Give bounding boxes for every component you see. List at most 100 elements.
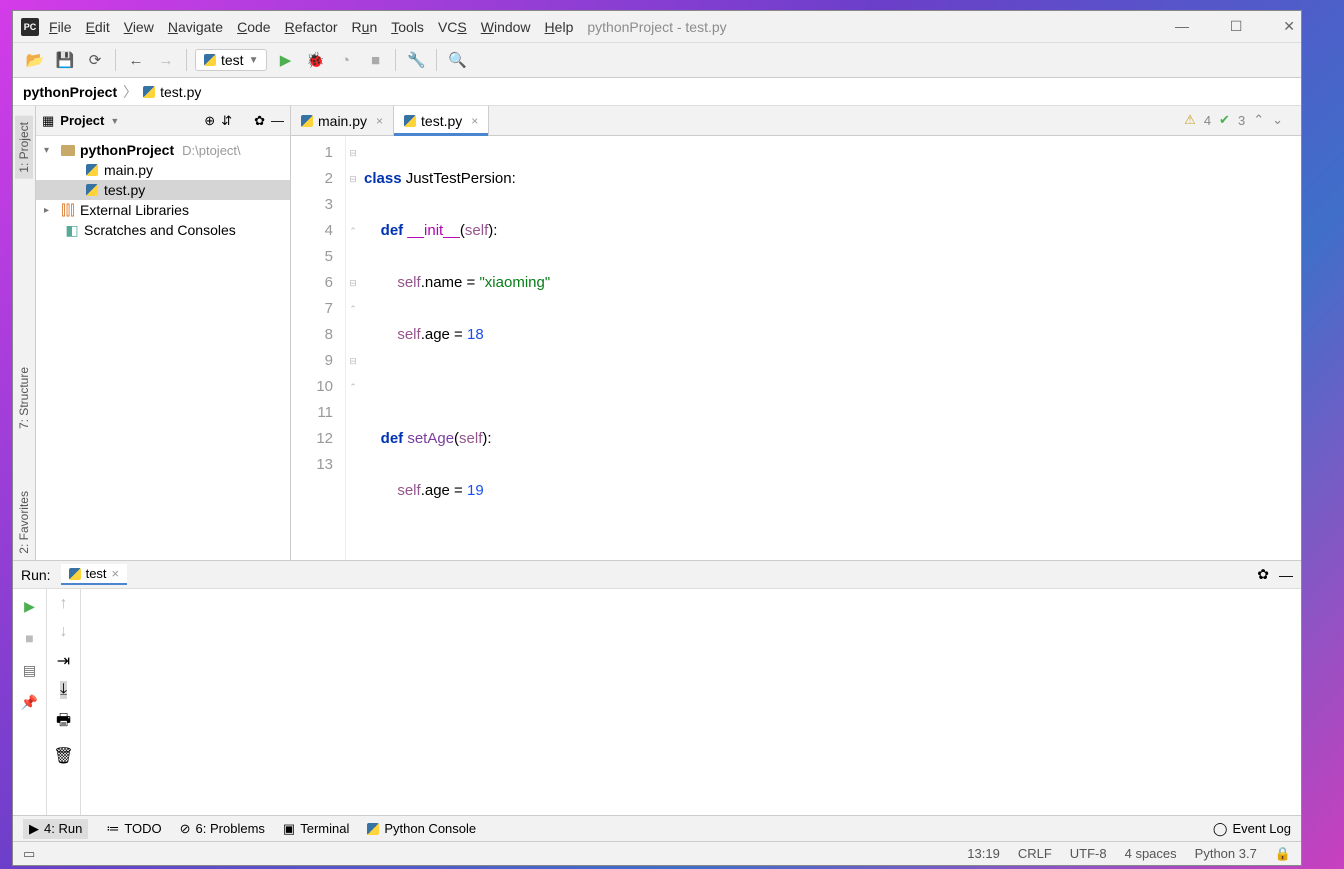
tree-scratches[interactable]: ◧ Scratches and Consoles (36, 220, 290, 240)
status-indent[interactable]: 4 spaces (1125, 846, 1177, 861)
menu-navigate[interactable]: Navigate (168, 19, 223, 35)
expand-all-icon[interactable]: ⇵ (221, 113, 232, 129)
btm-todo[interactable]: ≔ TODO (106, 821, 161, 837)
btm-eventlog[interactable]: ◯ Event Log (1213, 821, 1291, 837)
rerun-icon[interactable]: ▶ (19, 595, 41, 617)
btm-pyconsole[interactable]: Python Console (367, 821, 476, 836)
tree-root[interactable]: ▾ pythonProject D:\ptoject\ (36, 140, 290, 160)
run-config-label: test (221, 52, 244, 68)
up-icon[interactable]: ↑ (60, 595, 68, 613)
run-output[interactable] (81, 589, 1301, 815)
left-tab-project[interactable]: 1: Project (15, 116, 33, 179)
menu-refactor[interactable]: Refactor (285, 19, 338, 35)
gear-icon[interactable]: ✿ (254, 113, 265, 129)
debug-icon[interactable]: 🐞 (303, 48, 327, 72)
check-icon: ✔ (1219, 112, 1230, 128)
run-tab-label: test (86, 566, 107, 581)
status-rect-icon[interactable]: ▭ (23, 846, 35, 862)
titlebar: PC File Edit View Navigate Code Refactor… (13, 11, 1301, 43)
tree-root-label: pythonProject (80, 142, 174, 158)
softwrap-icon[interactable]: ⇥ (57, 651, 70, 671)
separator (436, 49, 437, 71)
status-caret-pos[interactable]: 13:19 (967, 846, 1000, 861)
search-icon[interactable]: 🔍 (445, 48, 469, 72)
left-tool-gutter: 1: Project 7: Structure 2: Favorites (13, 106, 36, 560)
menu-help[interactable]: Help (545, 19, 574, 35)
tree-external-libs[interactable]: ▸ ⫿⫿⫿ External Libraries (36, 200, 290, 220)
app-icon: PC (21, 18, 39, 36)
chevron-right-icon[interactable]: ▸ (44, 205, 56, 216)
status-line-ending[interactable]: CRLF (1018, 846, 1052, 861)
menu-code[interactable]: Code (237, 19, 270, 35)
btm-run[interactable]: ▶ 4: Run (23, 819, 88, 839)
tab-main[interactable]: main.py × (291, 106, 394, 135)
select-opened-icon[interactable]: ⊕ (204, 113, 215, 129)
save-icon[interactable]: 💾 (53, 48, 77, 72)
down-icon[interactable]: ↓ (60, 623, 68, 641)
run-config-select[interactable]: test ▼ (195, 49, 267, 71)
next-icon[interactable]: ⌄ (1272, 112, 1283, 128)
sync-icon[interactable]: ⟳ (83, 48, 107, 72)
breadcrumb-root[interactable]: pythonProject (23, 84, 117, 100)
close-button[interactable]: ✕ (1283, 18, 1295, 35)
status-bar: ▭ 13:19 CRLF UTF-8 4 spaces Python 3.7 🔒 (13, 841, 1301, 865)
status-interpreter[interactable]: Python 3.7 (1195, 846, 1257, 861)
btm-problems[interactable]: ⊘ 6: Problems (180, 821, 265, 837)
stop-icon[interactable]: ■ (19, 627, 41, 649)
pin-icon[interactable]: 📌 (19, 691, 41, 713)
maximize-button[interactable]: ☐ (1230, 18, 1243, 35)
code-editor[interactable]: 123 456 789 101112 13 ⊟⊟⌃⊟⌃⊟⌃ class Just… (291, 136, 1301, 560)
line-gutter: 123 456 789 101112 13 (291, 136, 346, 560)
scroll-icon[interactable]: ⤓ (60, 681, 67, 699)
close-icon[interactable]: × (471, 114, 478, 128)
chevron-down-icon[interactable]: ▼ (110, 116, 119, 126)
run-tab[interactable]: test × (61, 564, 128, 585)
menu-tools[interactable]: Tools (391, 19, 424, 35)
menu-vcs[interactable]: VCS (438, 19, 467, 35)
left-tab-favorites[interactable]: 2: Favorites (15, 485, 33, 560)
chevron-down-icon: ▼ (249, 55, 259, 66)
lock-icon[interactable]: 🔒 (1275, 846, 1291, 862)
wrench-icon[interactable]: 🔧 (404, 48, 428, 72)
minimize-button[interactable]: — (1175, 18, 1189, 35)
status-encoding[interactable]: UTF-8 (1070, 846, 1107, 861)
left-tab-structure[interactable]: 7: Structure (15, 361, 33, 435)
folder-icon (61, 145, 75, 156)
menu-run[interactable]: Run (352, 19, 378, 35)
project-header: ▦ Project ▼ ⊕ ⇵ ✿ — (36, 106, 290, 136)
menu-edit[interactable]: Edit (86, 19, 110, 35)
breadcrumb: pythonProject 〉 test.py (13, 78, 1301, 106)
run-tools-secondary: ↑ ↓ ⇥ ⤓ 🖶 🗑 (47, 589, 81, 815)
stop-icon[interactable]: ■ (363, 48, 387, 72)
project-tree: ▾ pythonProject D:\ptoject\ main.py test… (36, 136, 290, 244)
gear-icon[interactable]: ✿ (1257, 566, 1269, 583)
print-icon[interactable]: 🖶 (56, 709, 71, 736)
prev-icon[interactable]: ⌃ (1253, 112, 1264, 128)
trash-icon[interactable]: 🗑 (53, 746, 73, 766)
hide-icon[interactable]: — (1279, 567, 1293, 583)
hide-icon[interactable]: — (271, 113, 284, 128)
chevron-down-icon[interactable]: ▾ (44, 145, 56, 156)
tree-file-test[interactable]: test.py (36, 180, 290, 200)
menu-file[interactable]: File (49, 19, 72, 35)
btm-terminal[interactable]: ▣ Terminal (283, 821, 349, 837)
tree-root-path: D:\ptoject\ (182, 143, 241, 158)
tree-file-main[interactable]: main.py (36, 160, 290, 180)
tab-test[interactable]: test.py × (394, 106, 489, 135)
ok-count: 3 (1238, 113, 1245, 128)
breadcrumb-file[interactable]: test.py (160, 84, 201, 100)
menu-view[interactable]: View (124, 19, 154, 35)
forward-icon[interactable]: → (154, 48, 178, 72)
open-icon[interactable]: 📂 (23, 48, 47, 72)
coverage-icon[interactable]: ◔ (333, 48, 357, 72)
menu-window[interactable]: Window (481, 19, 531, 35)
library-icon: ⫿⫿⫿ (60, 202, 76, 218)
inspection-widget[interactable]: ⚠4 ✔3 ⌃ ⌄ (1184, 112, 1283, 128)
code-content[interactable]: class JustTestPersion: def __init__(self… (360, 136, 1301, 560)
close-icon[interactable]: × (376, 114, 383, 128)
close-icon[interactable]: × (112, 566, 120, 581)
python-icon (143, 86, 155, 98)
back-icon[interactable]: ← (124, 48, 148, 72)
layout-icon[interactable]: ▤ (19, 659, 41, 681)
run-icon[interactable]: ▶ (273, 48, 297, 72)
